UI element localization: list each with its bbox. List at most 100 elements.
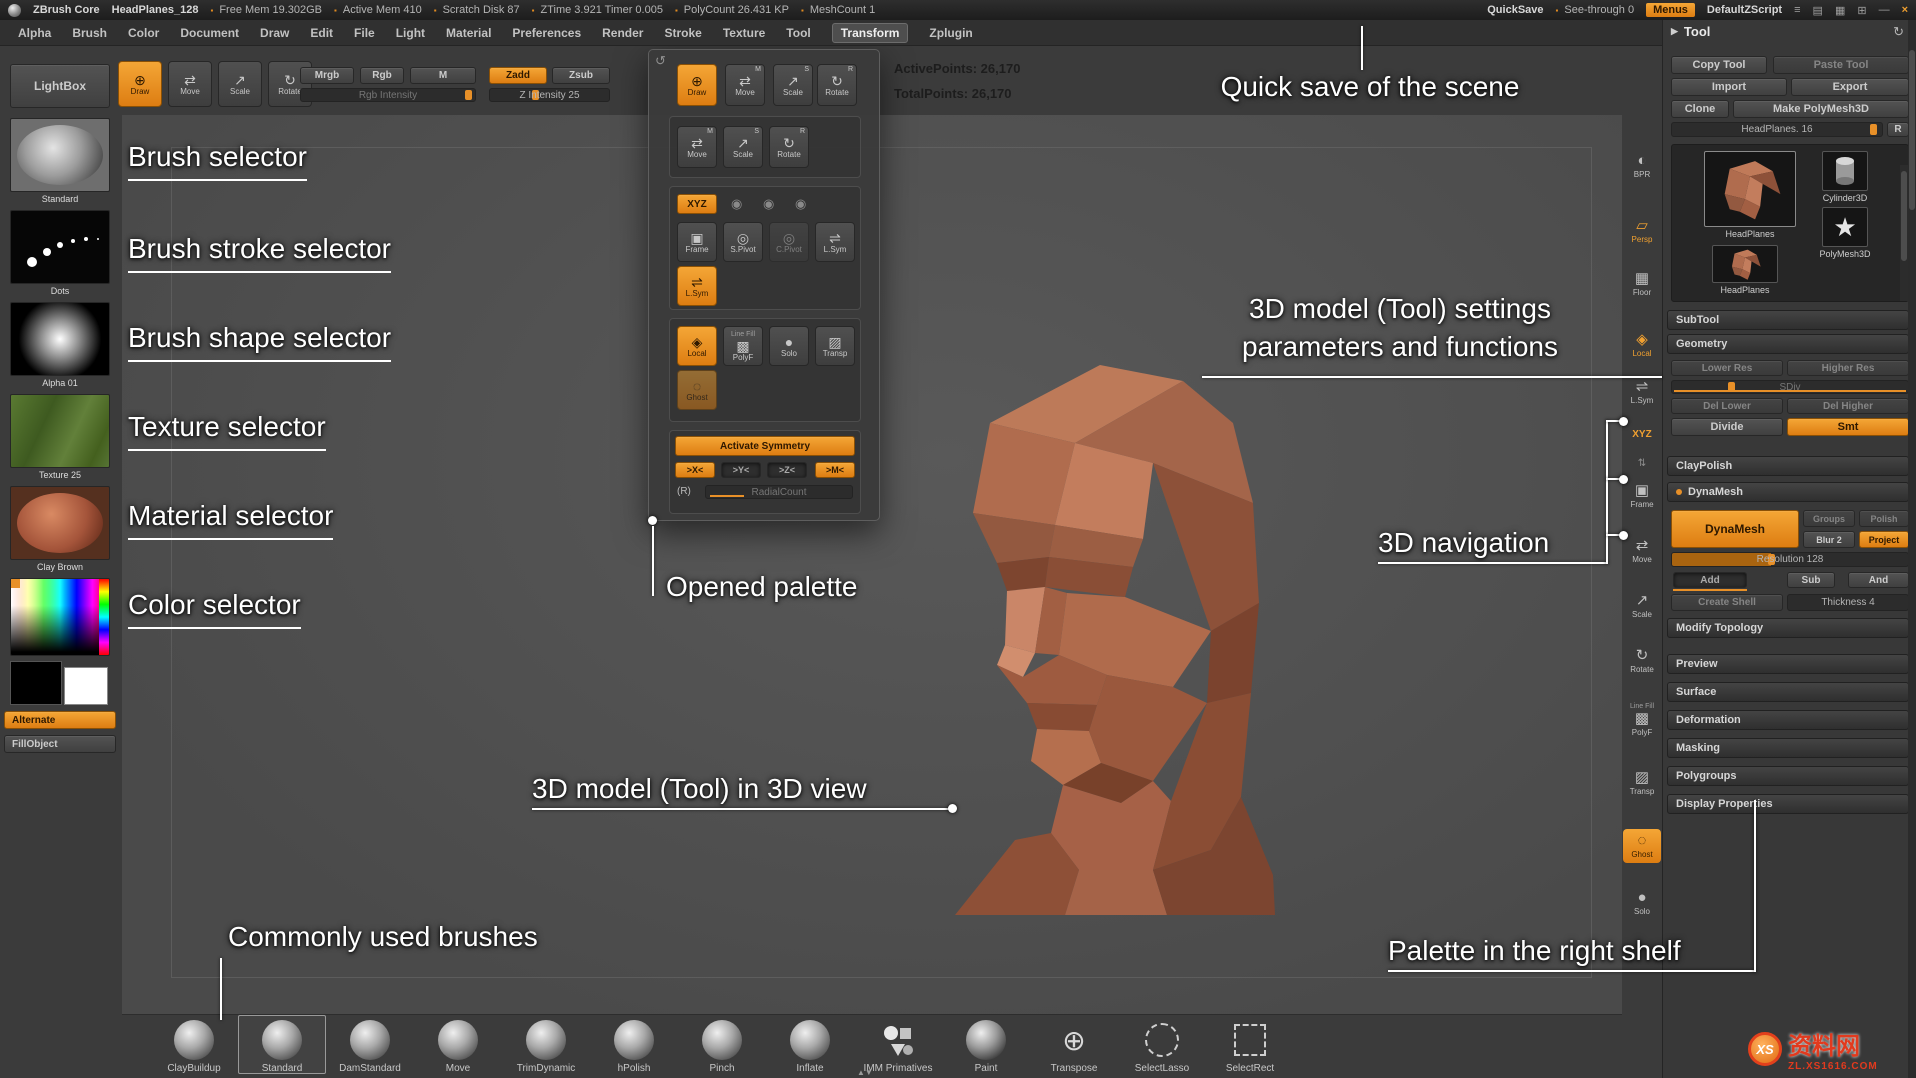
lower-res-button[interactable]: Lower Res bbox=[1671, 360, 1783, 376]
menu-preferences[interactable]: Preferences bbox=[512, 26, 581, 40]
m-button[interactable]: M bbox=[410, 67, 476, 84]
make-polymesh3d-button[interactable]: Make PolyMesh3D bbox=[1733, 100, 1909, 118]
thickness-slider[interactable]: Thickness 4 bbox=[1787, 594, 1909, 611]
menu-color[interactable]: Color bbox=[128, 26, 159, 40]
brush-selector[interactable]: Standard bbox=[10, 118, 110, 204]
material-selector[interactable]: Clay Brown bbox=[10, 486, 110, 572]
section-subtool[interactable]: SubTool bbox=[1667, 310, 1909, 330]
activate-symmetry-button[interactable]: Activate Symmetry bbox=[675, 436, 855, 456]
tool-thumb-star[interactable]: ★ bbox=[1822, 207, 1868, 247]
palette-scroll-icon[interactable]: ↺ bbox=[655, 53, 666, 69]
tray-brush-pinch[interactable]: Pinch bbox=[678, 1015, 766, 1074]
menu-material[interactable]: Material bbox=[446, 26, 491, 40]
active-tool-slider[interactable]: HeadPlanes. 16 bbox=[1671, 122, 1883, 137]
palette-cpivot-button[interactable]: ◎C.Pivot bbox=[769, 222, 809, 262]
palette-rotate2-button[interactable]: R↻Rotate bbox=[769, 126, 809, 168]
tray-brush-trimdynamic[interactable]: TrimDynamic bbox=[502, 1015, 590, 1074]
rotate-nav-button[interactable]: ↻Rotate bbox=[1623, 648, 1661, 674]
palette-move2-button[interactable]: M⇄Move bbox=[677, 126, 717, 168]
menu-texture[interactable]: Texture bbox=[723, 26, 765, 40]
axis-lock-z-icon[interactable]: ◉ bbox=[795, 196, 806, 212]
frame-button[interactable]: ▣Frame bbox=[1623, 483, 1661, 509]
lightbox-button[interactable]: LightBox bbox=[10, 64, 110, 108]
menu-render[interactable]: Render bbox=[602, 26, 643, 40]
color-selector[interactable] bbox=[10, 578, 110, 656]
palette-draw-button[interactable]: ⊕Draw bbox=[677, 64, 717, 106]
higher-res-button[interactable]: Higher Res bbox=[1787, 360, 1909, 376]
del-higher-button[interactable]: Del Higher bbox=[1787, 398, 1909, 414]
palette-lsym-active-button[interactable]: ⇌L.Sym bbox=[677, 266, 717, 306]
see-through-slider[interactable]: See-through 0 bbox=[1556, 4, 1635, 16]
palette-solo-button[interactable]: ●Solo bbox=[769, 326, 809, 366]
alternate-button[interactable]: Alternate bbox=[4, 711, 116, 729]
alpha-selector[interactable]: Alpha 01 bbox=[10, 302, 110, 388]
grid-icon[interactable]: ▤ bbox=[1813, 4, 1823, 17]
stroke-selector[interactable]: Dots bbox=[10, 210, 110, 296]
refresh-icon[interactable]: ↻ bbox=[1893, 24, 1904, 40]
local-button[interactable]: ◈Local bbox=[1623, 332, 1661, 358]
menu-brush[interactable]: Brush bbox=[72, 26, 107, 40]
panel-scrollbar[interactable] bbox=[1908, 20, 1916, 1078]
color-picker[interactable] bbox=[10, 578, 110, 656]
and-button[interactable]: And bbox=[1848, 572, 1909, 588]
tray-scroll-arrows[interactable]: ▲▼ bbox=[857, 1068, 873, 1077]
move-nav-button[interactable]: ⇄Move bbox=[1623, 538, 1661, 564]
palette-local-button[interactable]: ◈Local bbox=[677, 326, 717, 366]
texture-selector[interactable]: Texture 25 bbox=[10, 394, 110, 480]
clone-button[interactable]: Clone bbox=[1671, 100, 1729, 118]
divide-button[interactable]: Divide bbox=[1671, 418, 1783, 436]
export-button[interactable]: Export bbox=[1791, 78, 1909, 96]
paste-tool-button[interactable]: Paste Tool bbox=[1773, 56, 1909, 74]
zsub-button[interactable]: Zsub bbox=[552, 67, 610, 84]
create-shell-button[interactable]: Create Shell bbox=[1671, 594, 1783, 611]
project-button[interactable]: Project bbox=[1859, 531, 1909, 548]
menu-draw[interactable]: Draw bbox=[260, 26, 289, 40]
tool-thumb-head2[interactable] bbox=[1712, 245, 1778, 283]
scale-mode-button[interactable]: ↗Scale bbox=[218, 61, 262, 107]
floor-button[interactable]: ▦Floor bbox=[1623, 271, 1661, 297]
palette-spivot-button[interactable]: ◎S.Pivot bbox=[723, 222, 763, 262]
add-button[interactable]: Add bbox=[1673, 572, 1747, 588]
scale-nav-button[interactable]: ↗Scale bbox=[1623, 593, 1661, 619]
radial-count-slider[interactable]: RadialCount bbox=[705, 485, 853, 499]
section-modify-topology[interactable]: Modify Topology bbox=[1667, 618, 1909, 638]
z-intensity-slider[interactable]: Z Intensity 25 bbox=[489, 88, 610, 102]
xyz-button[interactable]: XYZ bbox=[1623, 430, 1661, 440]
draw-mode-button[interactable]: ⊕Draw bbox=[118, 61, 162, 107]
tray-brush-paint[interactable]: Paint bbox=[942, 1015, 1030, 1074]
polish-button[interactable]: Polish bbox=[1859, 510, 1909, 527]
move-mode-button[interactable]: ⇄Move bbox=[168, 61, 212, 107]
fillobject-button[interactable]: FillObject bbox=[4, 735, 116, 753]
section-dynamesh[interactable]: DynaMesh bbox=[1667, 482, 1909, 502]
tray-brush-move[interactable]: Move bbox=[414, 1015, 502, 1074]
persp-button[interactable]: ▱Persp bbox=[1623, 218, 1661, 244]
thumbs-scrollbar[interactable] bbox=[1900, 165, 1908, 301]
ghost-button[interactable]: ◌Ghost bbox=[1623, 829, 1661, 863]
menu-zplugin[interactable]: Zplugin bbox=[929, 26, 972, 40]
palette-ghost-button[interactable]: ◌Ghost bbox=[677, 370, 717, 410]
menu-transform[interactable]: Transform bbox=[832, 23, 909, 43]
polyframe-button[interactable]: Line Fill▩PolyF bbox=[1623, 703, 1661, 737]
bpr-button[interactable]: ◐BPR bbox=[1623, 153, 1661, 179]
menu-tool[interactable]: Tool bbox=[786, 26, 810, 40]
symmetry-z-button[interactable]: >Z< bbox=[767, 462, 807, 478]
palette-xyz-button[interactable]: XYZ bbox=[677, 194, 717, 214]
zadd-button[interactable]: Zadd bbox=[489, 67, 547, 84]
palette-scale-button[interactable]: S↗Scale bbox=[773, 64, 813, 106]
tool-thumb-selected[interactable] bbox=[1704, 151, 1796, 227]
del-lower-button[interactable]: Del Lower bbox=[1671, 398, 1783, 414]
default-zscript-button[interactable]: DefaultZScript bbox=[1707, 4, 1782, 16]
symmetry-x-button[interactable]: >X< bbox=[675, 462, 715, 478]
resolution-slider[interactable]: Resolution 128 bbox=[1671, 552, 1909, 567]
section-polygroups[interactable]: Polygroups bbox=[1667, 766, 1909, 786]
head-model[interactable] bbox=[915, 335, 1285, 925]
layout-icon[interactable]: ▦ bbox=[1835, 4, 1845, 17]
tray-brush-standard[interactable]: Standard bbox=[238, 1015, 326, 1074]
sliders-icon[interactable]: ≡ bbox=[1794, 4, 1800, 16]
tray-brush-imm-primatives[interactable]: IMM Primatives bbox=[854, 1015, 942, 1074]
section-surface[interactable]: Surface bbox=[1667, 682, 1909, 702]
solo-button[interactable]: ●Solo bbox=[1623, 890, 1661, 916]
menu-light[interactable]: Light bbox=[396, 26, 425, 40]
axis-lock-y-icon[interactable]: ◉ bbox=[763, 196, 774, 212]
minimize-icon[interactable]: — bbox=[1879, 4, 1890, 16]
